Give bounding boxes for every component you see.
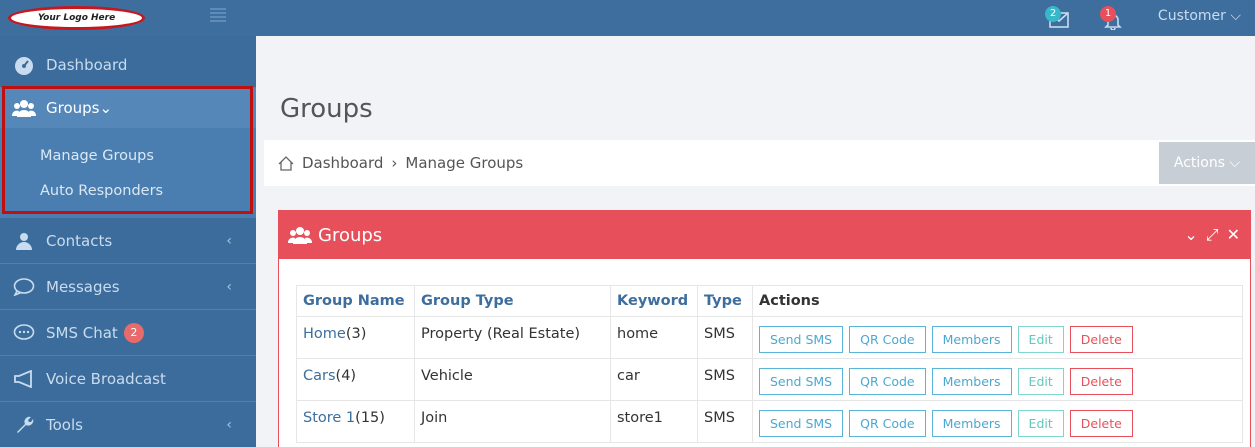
sidebar-item-label: SMS Chat (46, 323, 118, 342)
sms-chat-badge: 2 (123, 322, 144, 343)
panel-title: Groups (318, 224, 383, 246)
cell-actions: Send SMS QR Code Members Edit Delete (752, 400, 1243, 443)
cell-group-name: Home(3) (296, 316, 415, 359)
delete-button[interactable]: Delete (1069, 326, 1133, 353)
group-member-count: (3) (345, 326, 367, 342)
sidebar-item-messages[interactable]: Messages ‹ (0, 264, 256, 310)
delete-button[interactable]: Delete (1069, 368, 1133, 395)
breadcrumb-bar: Dashboard › Manage Groups Actions ⌵ (264, 140, 1255, 186)
edit-button[interactable]: Edit (1017, 326, 1064, 353)
send-sms-button[interactable]: Send SMS (759, 368, 844, 395)
sidebar-item-label: Contacts (46, 231, 113, 250)
cell-group-name: Store 1(15) (296, 400, 415, 443)
groups-panel: Groups ⌄ ⤢ ✕ Group Name Group Type Keywo… (278, 210, 1251, 447)
cell-type: SMS (697, 316, 753, 359)
group-member-count: (4) (335, 368, 357, 384)
sidebar-item-label: Voice Broadcast (46, 369, 166, 388)
home-icon (278, 155, 294, 171)
collapse-icon[interactable]: ⌄ (1184, 225, 1197, 245)
members-button[interactable]: Members (931, 410, 1012, 437)
cell-group-type: Property (Real Estate) (414, 316, 611, 359)
chat-bubble-icon (12, 277, 36, 297)
cell-type: SMS (697, 400, 753, 443)
cell-group-name: Cars(4) (296, 358, 415, 401)
cell-group-type: Vehicle (414, 358, 611, 401)
menu-toggle-icon[interactable] (210, 8, 226, 22)
qr-code-button[interactable]: QR Code (849, 410, 926, 437)
cell-group-type: Join (414, 400, 611, 443)
column-header-group-name[interactable]: Group Name (296, 285, 415, 317)
groups-table: Group Name Group Type Keyword Type Actio… (296, 285, 1243, 443)
send-sms-button[interactable]: Send SMS (759, 326, 844, 353)
chevron-left-icon: ‹ (226, 416, 232, 433)
sidebar-item-tools[interactable]: Tools ‹ (0, 402, 256, 447)
user-icon (12, 231, 36, 251)
column-header-actions: Actions (752, 285, 1243, 317)
edit-button[interactable]: Edit (1017, 410, 1064, 437)
sidebar-item-label: Messages (46, 277, 120, 296)
panel-tools: ⌄ ⤢ ✕ (1184, 225, 1240, 245)
breadcrumb-home-link[interactable]: Dashboard (302, 154, 383, 172)
table-header-row: Group Name Group Type Keyword Type Actio… (296, 285, 1243, 317)
table-row: Store 1(15) Join store1 SMS Send SMS QR C… (296, 400, 1243, 443)
cell-keyword: home (610, 316, 698, 359)
cell-keyword: car (610, 358, 698, 401)
members-button[interactable]: Members (931, 326, 1012, 353)
sidebar-item-contacts[interactable]: Contacts ‹ (0, 218, 256, 264)
group-name-link[interactable]: Store 1 (303, 410, 355, 426)
cell-actions: Send SMS QR Code Members Edit Delete (752, 316, 1243, 359)
sidebar-item-voice-broadcast[interactable]: Voice Broadcast (0, 356, 256, 402)
table-row: Home(3) Property (Real Estate) home SMS … (296, 316, 1243, 359)
users-icon (288, 226, 312, 244)
top-navbar: Your Logo Here 2 1 Customer ⌵ (0, 0, 1255, 36)
close-icon[interactable]: ✕ (1227, 225, 1240, 245)
page-title: Groups (280, 94, 373, 124)
group-member-count: (15) (355, 410, 385, 426)
breadcrumb-current: Manage Groups (405, 154, 524, 172)
actions-dropdown-button[interactable]: Actions ⌵ (1159, 142, 1255, 184)
cell-actions: Send SMS QR Code Members Edit Delete (752, 358, 1243, 401)
send-sms-button[interactable]: Send SMS (759, 410, 844, 437)
megaphone-icon (12, 369, 36, 389)
breadcrumb-separator: › (391, 154, 398, 172)
chevron-left-icon: ‹ (226, 232, 232, 249)
fullscreen-icon[interactable]: ⤢ (1206, 225, 1219, 245)
qr-code-button[interactable]: QR Code (849, 326, 926, 353)
cell-type: SMS (697, 358, 753, 401)
table-row: Cars(4) Vehicle car SMS Send SMS QR Code M… (296, 358, 1243, 401)
edit-button[interactable]: Edit (1017, 368, 1064, 395)
panel-header: Groups ⌄ ⤢ ✕ (279, 211, 1250, 259)
logo[interactable]: Your Logo Here (8, 6, 145, 30)
messages-badge: 2 (1045, 6, 1061, 22)
wrench-icon (12, 415, 36, 435)
delete-button[interactable]: Delete (1069, 410, 1133, 437)
group-name-link[interactable]: Cars (303, 368, 336, 384)
column-header-group-type[interactable]: Group Type (414, 285, 611, 317)
notifications-badge: 1 (1100, 6, 1116, 22)
sms-chat-icon (12, 323, 36, 343)
sidebar-item-sms-chat[interactable]: SMS Chat 2 (0, 310, 256, 356)
sidebar-item-dashboard[interactable]: Dashboard (0, 42, 256, 88)
messages-button[interactable]: 2 (1045, 6, 1071, 32)
chevron-left-icon: ‹ (226, 278, 232, 295)
qr-code-button[interactable]: QR Code (849, 368, 926, 395)
dashboard-icon (12, 55, 36, 75)
highlight-box (2, 86, 253, 214)
breadcrumb: Dashboard › Manage Groups (278, 154, 523, 172)
group-name-link[interactable]: Home (303, 326, 346, 342)
cell-keyword: store1 (610, 400, 698, 443)
column-header-type[interactable]: Type (697, 285, 753, 317)
notifications-button[interactable]: 1 (1100, 6, 1126, 32)
column-header-keyword[interactable]: Keyword (610, 285, 698, 317)
members-button[interactable]: Members (931, 368, 1012, 395)
logo-text: Your Logo Here (37, 13, 116, 23)
sidebar-item-label: Tools (46, 415, 83, 434)
sidebar-item-label: Dashboard (46, 55, 128, 74)
user-menu[interactable]: Customer ⌵ (1158, 8, 1241, 24)
